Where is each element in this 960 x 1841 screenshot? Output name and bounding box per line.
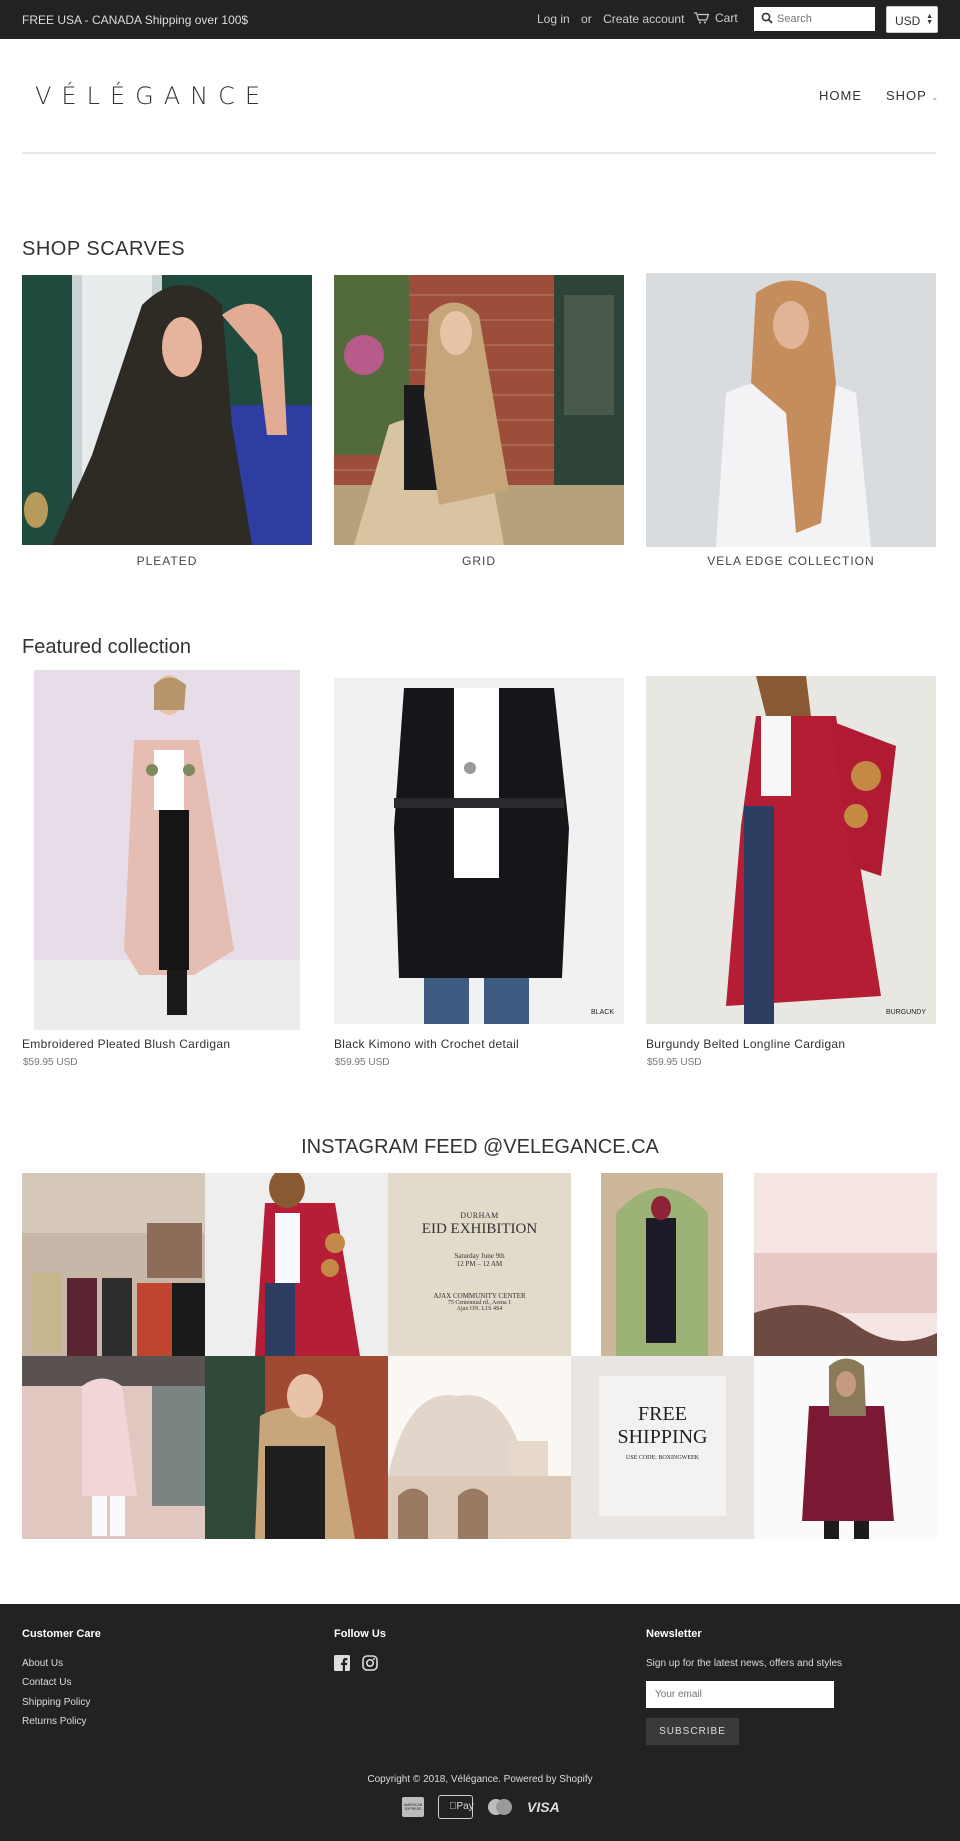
product-title-black-kimono[interactable]: Black Kimono with Crochet detail	[334, 1037, 519, 1051]
instagram-post[interactable]	[388, 1356, 571, 1539]
account-links: Log in or Create account	[537, 12, 692, 26]
shop-scarves-heading: SHOP SCARVES	[22, 238, 186, 260]
eid-line2: EID EXHIBITION	[421, 1221, 538, 1237]
create-account-link[interactable]: Create account	[603, 12, 684, 26]
eid-line4: 12 PM – 12 AM	[456, 1260, 503, 1268]
email-field[interactable]	[646, 1681, 834, 1708]
footer-link-shipping[interactable]: Shipping Policy	[22, 1697, 90, 1708]
product-price-burgundy: $59.95 USD	[647, 1057, 702, 1068]
eid-line7: Ajax ON. L1S 4S4	[456, 1306, 503, 1312]
cart-link[interactable]: Cart	[694, 11, 738, 25]
chevron-down-icon: ⌄	[930, 92, 940, 102]
pleated-scarf-image[interactable]	[22, 275, 312, 545]
product-price-blush: $59.95 USD	[23, 1057, 78, 1068]
instagram-post[interactable]	[754, 1173, 937, 1356]
shipping-line2: SHIPPING	[617, 1426, 708, 1448]
nav-shop[interactable]: SHOP ⌄	[886, 88, 939, 103]
currency-select[interactable]: USD ▲ ▼	[886, 6, 938, 33]
apple-pay-icon: Pay	[438, 1795, 474, 1819]
site-logo[interactable]: VÉLÉGANCE	[35, 82, 270, 110]
cart-icon	[694, 12, 709, 24]
free-shipping-post[interactable]: FREE SHIPPING USE CODE: BOXINGWEEK	[571, 1356, 754, 1539]
footer-link-contact[interactable]: Contact Us	[22, 1677, 71, 1688]
grid-scarf-image[interactable]	[334, 275, 624, 545]
product-price-black-kimono: $59.95 USD	[335, 1057, 390, 1068]
or-text: or	[581, 12, 592, 26]
instagram-post[interactable]	[754, 1356, 937, 1539]
shipping-line1: FREE	[638, 1403, 687, 1425]
featured-collection-heading: Featured collection	[22, 636, 191, 658]
product-title-burgundy[interactable]: Burgundy Belted Longline Cardigan	[646, 1037, 845, 1051]
instagram-post[interactable]	[205, 1356, 388, 1539]
subscribe-button[interactable]: SUBSCRIBE	[646, 1718, 739, 1745]
instagram-post[interactable]	[205, 1173, 388, 1356]
eid-line5: AJAX COMMUNITY CENTER	[433, 1292, 526, 1300]
newsletter-text: Sign up for the latest news, offers and …	[646, 1658, 843, 1669]
facebook-icon[interactable]	[334, 1655, 350, 1671]
pleated-caption[interactable]: PLEATED	[22, 554, 312, 568]
instagram-post[interactable]	[571, 1173, 754, 1356]
nav-home[interactable]: HOME	[819, 88, 862, 103]
blush-cardigan-image[interactable]	[34, 670, 300, 1030]
eid-line1: DURHAM	[460, 1211, 499, 1220]
search-box[interactable]	[754, 7, 875, 31]
shipping-promo: FREE USA - CANADA Shipping over 100$	[22, 13, 249, 27]
burgundy-tag: BURGUNDY	[885, 1009, 926, 1016]
american-express-icon: AMERICAN EXPRESS	[402, 1795, 424, 1819]
cart-label: Cart	[715, 11, 738, 25]
product-title-blush[interactable]: Embroidered Pleated Blush Cardigan	[22, 1037, 230, 1051]
login-link[interactable]: Log in	[537, 12, 570, 26]
vela-edge-scarf-image[interactable]	[646, 273, 936, 547]
mastercard-icon	[486, 1795, 514, 1819]
copyright: Copyright © 2018, Vélégance. Powered by …	[367, 1774, 593, 1785]
burgundy-cardigan-image[interactable]: BURGUNDY	[646, 676, 936, 1024]
instagram-post[interactable]	[22, 1173, 205, 1356]
newsletter-heading: Newsletter	[646, 1628, 702, 1640]
shipping-line3: USE CODE: BOXINGWEEK	[626, 1455, 699, 1461]
vela-edge-caption[interactable]: VELA EDGE COLLECTION	[646, 554, 936, 568]
black-tag: BLACK	[591, 1009, 614, 1016]
grid-caption[interactable]: GRID	[334, 554, 624, 568]
customer-care-heading: Customer Care	[22, 1628, 101, 1640]
instagram-post[interactable]	[22, 1356, 205, 1539]
footer-link-about[interactable]: About Us	[22, 1658, 63, 1669]
nav-shop-label: SHOP	[886, 88, 927, 103]
currency-value: USD	[895, 14, 921, 28]
instagram-icon[interactable]	[362, 1655, 378, 1671]
footer-link-returns[interactable]: Returns Policy	[22, 1716, 86, 1727]
header-divider	[22, 152, 936, 154]
instagram-feed-heading: INSTAGRAM FEED @VELEGANCE.CA	[301, 1136, 659, 1158]
eid-line3: Saturday June 9th	[454, 1252, 505, 1260]
footer: Customer Care About Us Contact Us Shippi…	[0, 1604, 960, 1841]
eid-exhibition-post[interactable]: DURHAM EID EXHIBITION Saturday June 9th …	[388, 1173, 571, 1356]
search-icon[interactable]	[761, 12, 773, 24]
black-kimono-image[interactable]: BLACK	[334, 678, 624, 1024]
select-arrows-icon: ▲ ▼	[926, 13, 933, 26]
visa-icon: VISA	[527, 1799, 560, 1815]
top-bar: FREE USA - CANADA Shipping over 100$ Log…	[0, 0, 960, 39]
search-input[interactable]	[777, 11, 871, 27]
follow-us-heading: Follow Us	[334, 1628, 386, 1640]
